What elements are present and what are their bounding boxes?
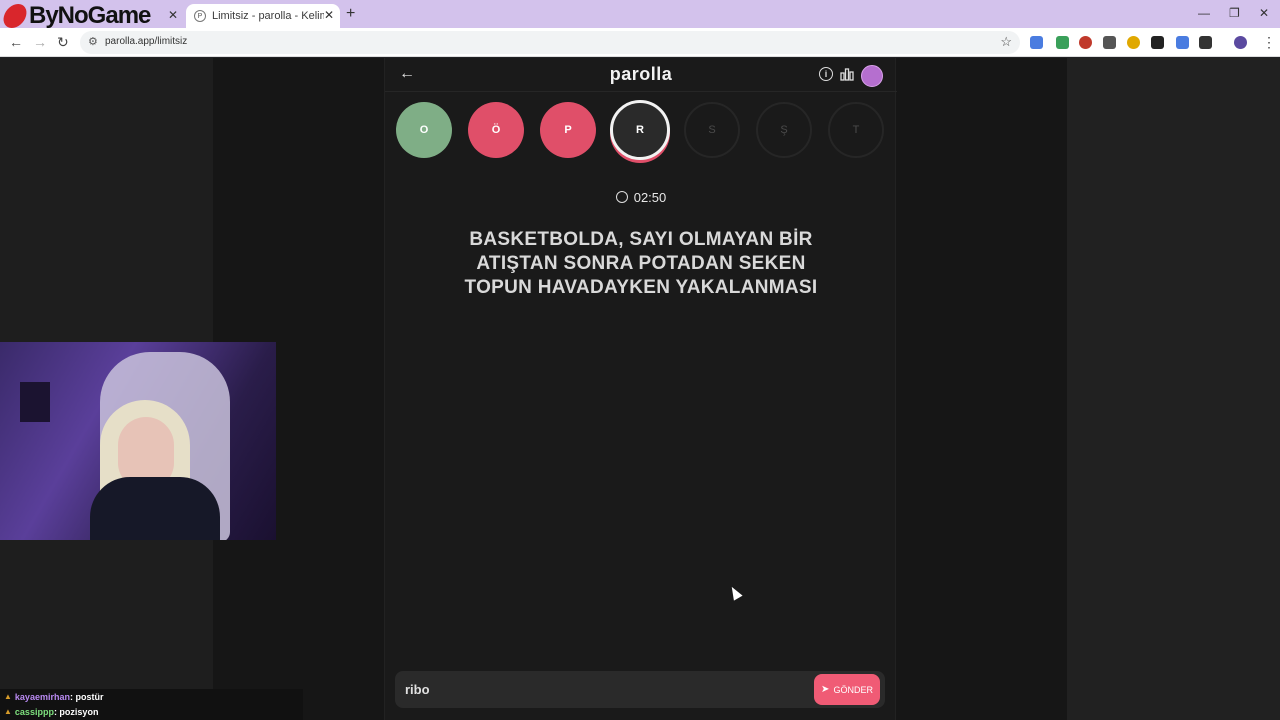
stream-chat: ▲ kayaemirhan : postür ▲ cassippp : pozi… — [0, 689, 303, 720]
translate-extension-icon[interactable] — [1030, 36, 1043, 49]
extension-icon[interactable] — [1151, 36, 1164, 49]
send-button[interactable]: ➤ GÖNDER — [814, 674, 880, 705]
parolla-app: ← parolla i O Ö P R S Ş T 02:50 BASKETBO… — [384, 58, 897, 720]
restore-button[interactable]: ❐ — [1229, 6, 1240, 20]
extension-icon[interactable] — [1079, 36, 1092, 49]
logo-mark-icon — [0, 4, 30, 28]
tab-active[interactable]: P Limitsiz - parolla - Kelime oyunu ✕ — [186, 4, 340, 28]
webcam-body-shape — [90, 477, 220, 540]
webcam-background-shape — [20, 382, 50, 422]
webcam-overlay — [0, 342, 276, 540]
app-header: ← parolla i — [385, 58, 897, 92]
close-tab-icon[interactable]: ✕ — [168, 8, 178, 22]
letter-circle-sh: Ş — [756, 102, 812, 158]
letter-circle-s: S — [684, 102, 740, 158]
info-icon[interactable]: i — [819, 67, 833, 81]
site-info-icon[interactable]: ⚙ — [88, 35, 98, 48]
tab-title: Limitsiz - parolla - Kelime oyunu — [212, 10, 324, 22]
background-panel — [896, 58, 1067, 720]
close-window-button[interactable]: ✕ — [1259, 6, 1269, 20]
user-avatar[interactable] — [861, 65, 883, 87]
timer: 02:50 — [385, 190, 897, 205]
chat-badge-icon: ▲ — [4, 707, 12, 716]
question-text: BASKETBOLDA, SAYI OLMAYAN BİR ATIŞTAN SO… — [464, 229, 818, 298]
forward-icon[interactable]: → — [33, 34, 47, 50]
chat-text: : pozisyon — [53, 706, 99, 717]
new-tab-button[interactable]: + — [346, 5, 355, 23]
letter-circle-t: T — [828, 102, 884, 158]
timer-value: 02:50 — [633, 190, 667, 205]
stream-logo: ByNoGame — [0, 2, 151, 30]
send-button-label: GÖNDER — [833, 684, 873, 695]
letter-circle-r: R — [610, 100, 670, 160]
page-viewport: ← parolla i O Ö P R S Ş T 02:50 BASKETBO… — [0, 58, 1280, 720]
clock-icon — [615, 191, 628, 203]
profile-avatar[interactable] — [1234, 36, 1247, 49]
chat-username: kayaemirhan — [14, 691, 70, 702]
background-panel — [1067, 58, 1280, 720]
extensions-puzzle-icon[interactable] — [1199, 36, 1212, 49]
tab-strip: ✕ P Limitsiz - parolla - Kelime oyunu ✕ … — [0, 0, 1280, 28]
answer-bar: ➤ GÖNDER — [395, 671, 885, 708]
extension-icon[interactable] — [1127, 36, 1140, 49]
letter-progress: O Ö P R S Ş T — [396, 100, 886, 162]
extension-icon[interactable] — [1103, 36, 1116, 49]
chat-message: ▲ kayaemirhan : postür — [0, 689, 303, 704]
letter-circle-p: P — [540, 102, 596, 158]
chat-badge-icon: ▲ — [4, 692, 12, 701]
extension-icon[interactable] — [1056, 36, 1069, 49]
bookmark-star-icon[interactable]: ☆ — [1000, 34, 1012, 50]
extension-icon[interactable] — [1176, 36, 1189, 49]
parolla-favicon-icon: P — [194, 10, 206, 22]
reload-icon[interactable]: ↻ — [57, 34, 69, 51]
close-tab-icon[interactable]: ✕ — [324, 8, 334, 22]
letter-circle-oe: Ö — [468, 102, 524, 158]
url-text: parolla.app/limitsiz — [105, 36, 188, 47]
address-bar[interactable]: ⚙ parolla.app/limitsiz ☆ — [80, 31, 1020, 54]
chat-text: : postür — [69, 691, 104, 702]
minimize-button[interactable]: — — [1198, 6, 1210, 20]
chat-message: ▲ cassippp : pozisyon — [0, 704, 303, 719]
letter-circle-o: O — [396, 102, 452, 158]
chat-username: cassippp — [14, 706, 54, 717]
send-plane-icon: ➤ — [821, 684, 830, 695]
browser-toolbar: ← → ↻ ⚙ parolla.app/limitsiz ☆ ⋮ — [0, 28, 1280, 57]
answer-input[interactable] — [395, 671, 805, 708]
back-icon[interactable]: ← — [9, 34, 23, 50]
logo-text: ByNoGame — [29, 2, 151, 29]
menu-kebab-icon[interactable]: ⋮ — [1262, 34, 1276, 51]
stats-chart-icon[interactable] — [840, 67, 854, 81]
